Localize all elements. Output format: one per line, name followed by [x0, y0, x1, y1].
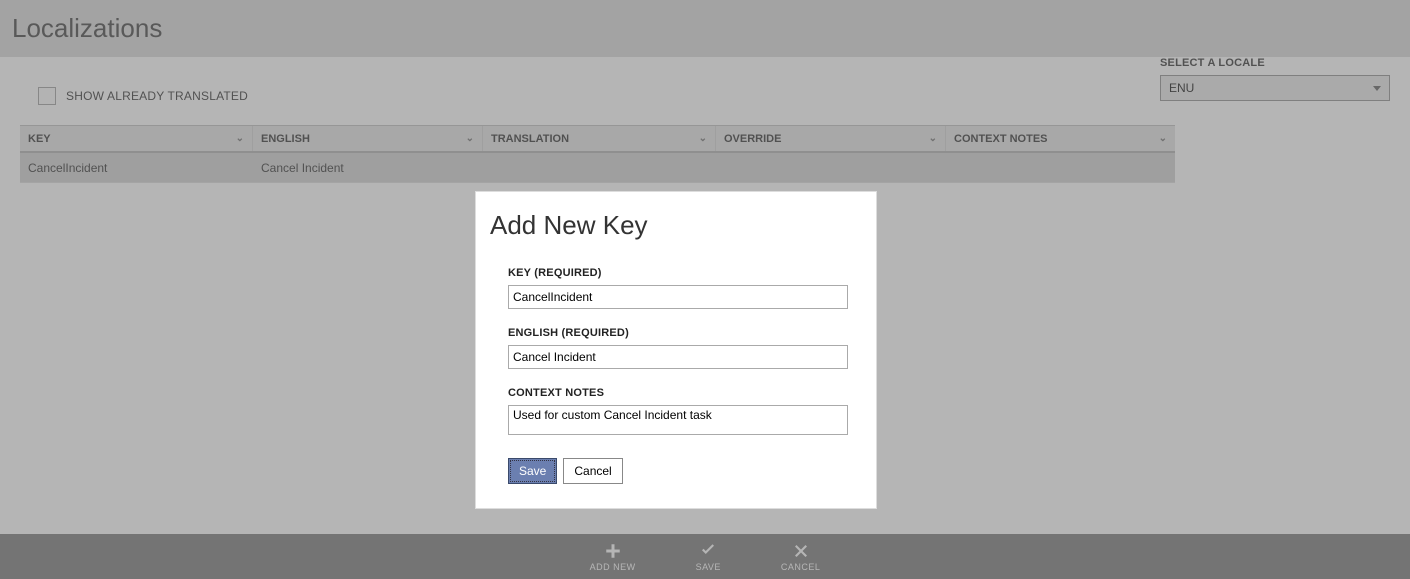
cancel-button[interactable]: Cancel — [563, 458, 622, 484]
save-button[interactable]: Save — [508, 458, 557, 484]
key-label: KEY (REQUIRED) — [508, 267, 856, 279]
english-label: ENGLISH (REQUIRED) — [508, 327, 856, 339]
add-key-modal: Add New Key KEY (REQUIRED) ENGLISH (REQU… — [476, 192, 876, 508]
key-input[interactable] — [508, 285, 848, 309]
english-field-group: ENGLISH (REQUIRED) — [508, 327, 856, 369]
context-label: CONTEXT NOTES — [508, 387, 856, 399]
modal-buttons: Save Cancel — [508, 458, 856, 484]
modal-title: Add New Key — [490, 210, 856, 241]
context-field-group: CONTEXT NOTES — [508, 387, 856, 440]
english-input[interactable] — [508, 345, 848, 369]
key-field-group: KEY (REQUIRED) — [508, 267, 856, 309]
context-input[interactable] — [508, 405, 848, 435]
